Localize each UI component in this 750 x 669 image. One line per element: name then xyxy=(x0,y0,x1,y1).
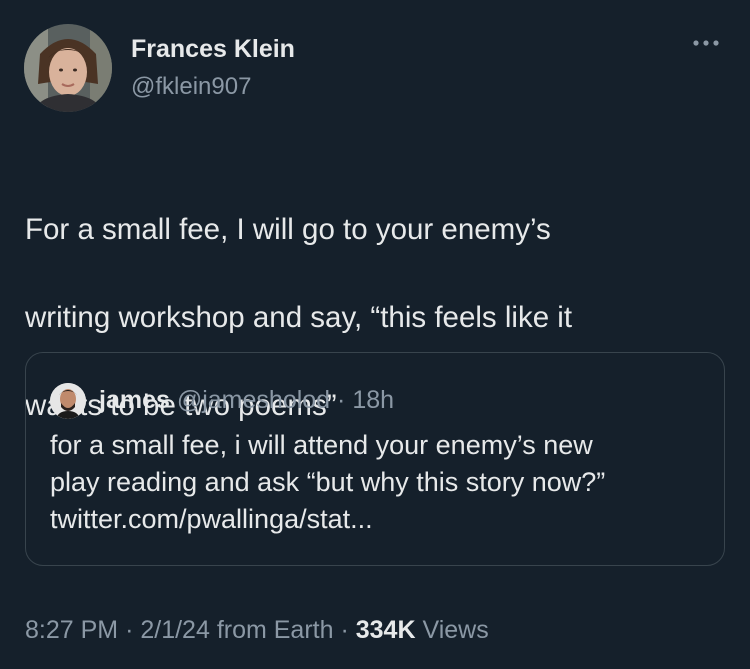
author-handle[interactable]: @fklein907 xyxy=(131,72,251,102)
author-avatar-image xyxy=(24,24,112,112)
views-count[interactable]: 334K xyxy=(356,616,416,644)
separator-dot: · xyxy=(340,616,349,644)
quoted-author-handle: @jamesholod xyxy=(176,386,331,414)
quoted-text-line: for a small fee, i will attend your enem… xyxy=(50,430,593,460)
tweet-meta: 8:27 PM · 2/1/24 from Earth · 334K Views xyxy=(25,614,489,646)
quoted-tweet-time: 18h xyxy=(352,386,395,414)
separator-dot: · xyxy=(125,616,134,644)
separator-dot: · xyxy=(337,386,346,414)
quoted-tweet-link: twitter.com/pwallinga/stat... xyxy=(50,504,373,534)
tweet-time[interactable]: 8:27 PM xyxy=(25,616,118,644)
tweet-source: from Earth xyxy=(216,616,334,644)
quoted-tweet-text: for a small fee, i will attend your enem… xyxy=(50,427,710,538)
tweet-text-line: writing workshop and say, “this feels li… xyxy=(25,301,573,334)
more-options-button[interactable] xyxy=(692,36,720,48)
more-horizontal-icon xyxy=(693,40,719,46)
tweet-text-line: For a small fee, I will go to your enemy… xyxy=(25,213,551,246)
quoted-tweet-header: james @jamesholod · 18h xyxy=(99,384,394,416)
quoted-author-avatar-image xyxy=(50,383,86,419)
quoted-author-name: james xyxy=(99,386,170,414)
quoted-author-avatar xyxy=(50,383,86,419)
tweet: Frances Klein @fklein907 For a small fee… xyxy=(0,0,750,669)
tweet-date[interactable]: 2/1/24 xyxy=(140,616,210,644)
views-label[interactable]: Views xyxy=(422,616,488,644)
author-avatar[interactable] xyxy=(24,24,112,112)
quoted-text-line: play reading and ask “but why this story… xyxy=(50,467,606,497)
quoted-tweet-card[interactable]: james @jamesholod · 18h for a small fee,… xyxy=(25,352,725,566)
author-name[interactable]: Frances Klein xyxy=(131,34,295,64)
